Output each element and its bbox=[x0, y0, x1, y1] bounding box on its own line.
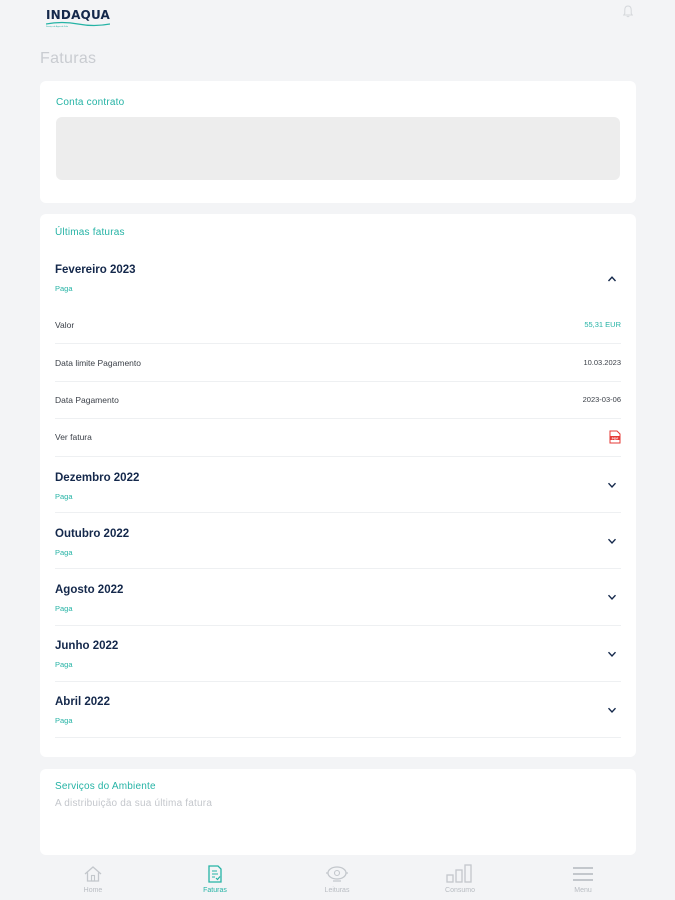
invoices-card: Últimas faturas Fevereiro 2023 Paga Valo… bbox=[40, 214, 636, 757]
invoice-status: Paga bbox=[55, 492, 73, 501]
invoice-month: Outubro 2022 bbox=[55, 528, 130, 540]
chevron-up-icon[interactable] bbox=[607, 275, 617, 283]
invoice-icon bbox=[208, 865, 222, 883]
contract-label: Conta contrato bbox=[56, 97, 125, 108]
chevron-down-icon[interactable] bbox=[607, 650, 617, 658]
chevron-down-icon[interactable] bbox=[607, 593, 617, 601]
invoice-status: Paga bbox=[55, 548, 73, 557]
detail-row-view-invoice[interactable]: Ver fatura PDF bbox=[55, 418, 621, 457]
detail-row-payment-date: Data Pagamento 2023-03-06 bbox=[55, 381, 621, 419]
chevron-down-icon[interactable] bbox=[607, 481, 617, 489]
nav-invoices[interactable]: Faturas bbox=[175, 864, 255, 894]
detail-label: Ver fatura bbox=[55, 432, 92, 442]
invoices-label: Últimas faturas bbox=[55, 227, 125, 238]
invoice-status: Paga bbox=[55, 660, 73, 669]
logo-text: INDAQUA bbox=[46, 8, 111, 22]
nav-readings[interactable]: Leituras bbox=[297, 864, 377, 894]
detail-value-due-date: 10.03.2023 bbox=[583, 358, 621, 367]
bar-chart-icon bbox=[446, 864, 472, 883]
top-bar: INDAQUA Serviço de Água de Fafe bbox=[0, 0, 675, 40]
invoice-month: Fevereiro 2023 bbox=[55, 264, 136, 276]
chevron-down-icon[interactable] bbox=[607, 706, 617, 714]
nav-consumption[interactable]: Consumo bbox=[420, 864, 500, 894]
chevron-down-icon[interactable] bbox=[607, 537, 617, 545]
detail-label: Data limite Pagamento bbox=[55, 358, 141, 368]
services-title: Serviços do Ambiente bbox=[55, 781, 156, 792]
services-card: Serviços do Ambiente A distribuição da s… bbox=[40, 769, 636, 855]
page-title: Faturas bbox=[40, 50, 97, 67]
invoice-month: Dezembro 2022 bbox=[55, 472, 140, 484]
nav-label: Leituras bbox=[324, 887, 350, 894]
detail-row-valor: Valor 55,31 EUR bbox=[55, 306, 621, 344]
invoice-row[interactable]: Dezembro 2022 Paga bbox=[55, 457, 621, 513]
detail-value-payment-date: 2023-03-06 bbox=[582, 395, 621, 404]
invoice-row[interactable]: Outubro 2022 Paga bbox=[55, 513, 621, 569]
nav-home[interactable]: Home bbox=[53, 864, 133, 894]
nav-label: Menu bbox=[574, 887, 592, 894]
detail-value-amount: 55,31 EUR bbox=[584, 320, 621, 329]
indaqua-logo: INDAQUA Serviço de Água de Fafe bbox=[46, 6, 111, 28]
invoice-month: Abril 2022 bbox=[55, 696, 110, 708]
logo-tagline: Serviço de Água de Fafe bbox=[46, 26, 69, 28]
detail-label: Data Pagamento bbox=[55, 395, 119, 405]
invoice-row[interactable]: Abril 2022 Paga bbox=[55, 682, 621, 738]
contract-select[interactable] bbox=[56, 117, 620, 180]
nav-label: Home bbox=[83, 887, 103, 894]
invoice-status: Paga bbox=[55, 284, 73, 293]
invoice-status: Paga bbox=[55, 716, 73, 725]
invoice-month: Agosto 2022 bbox=[55, 584, 124, 596]
svg-text:PDF: PDF bbox=[612, 436, 619, 440]
nav-menu[interactable]: Menu bbox=[543, 864, 623, 894]
bell-icon[interactable] bbox=[623, 5, 633, 18]
contract-card: Conta contrato bbox=[40, 81, 636, 203]
detail-row-due-date: Data limite Pagamento 10.03.2023 bbox=[55, 344, 621, 382]
meter-icon bbox=[326, 866, 348, 882]
menu-icon bbox=[573, 867, 593, 881]
home-icon bbox=[84, 866, 102, 882]
pdf-icon[interactable]: PDF bbox=[609, 430, 621, 444]
nav-label: Consumo bbox=[445, 887, 475, 894]
bottom-nav: Home Faturas Leituras Consumo Menu bbox=[0, 858, 675, 900]
detail-label: Valor bbox=[55, 320, 75, 330]
invoice-month: Junho 2022 bbox=[55, 640, 119, 652]
invoice-status: Paga bbox=[55, 604, 73, 613]
services-subtitle: A distribuição da sua última fatura bbox=[55, 798, 213, 809]
nav-label: Faturas bbox=[203, 887, 227, 894]
invoice-row[interactable]: Agosto 2022 Paga bbox=[55, 569, 621, 626]
invoice-row-expanded[interactable]: Fevereiro 2023 Paga bbox=[55, 256, 621, 306]
invoice-row[interactable]: Junho 2022 Paga bbox=[55, 626, 621, 682]
